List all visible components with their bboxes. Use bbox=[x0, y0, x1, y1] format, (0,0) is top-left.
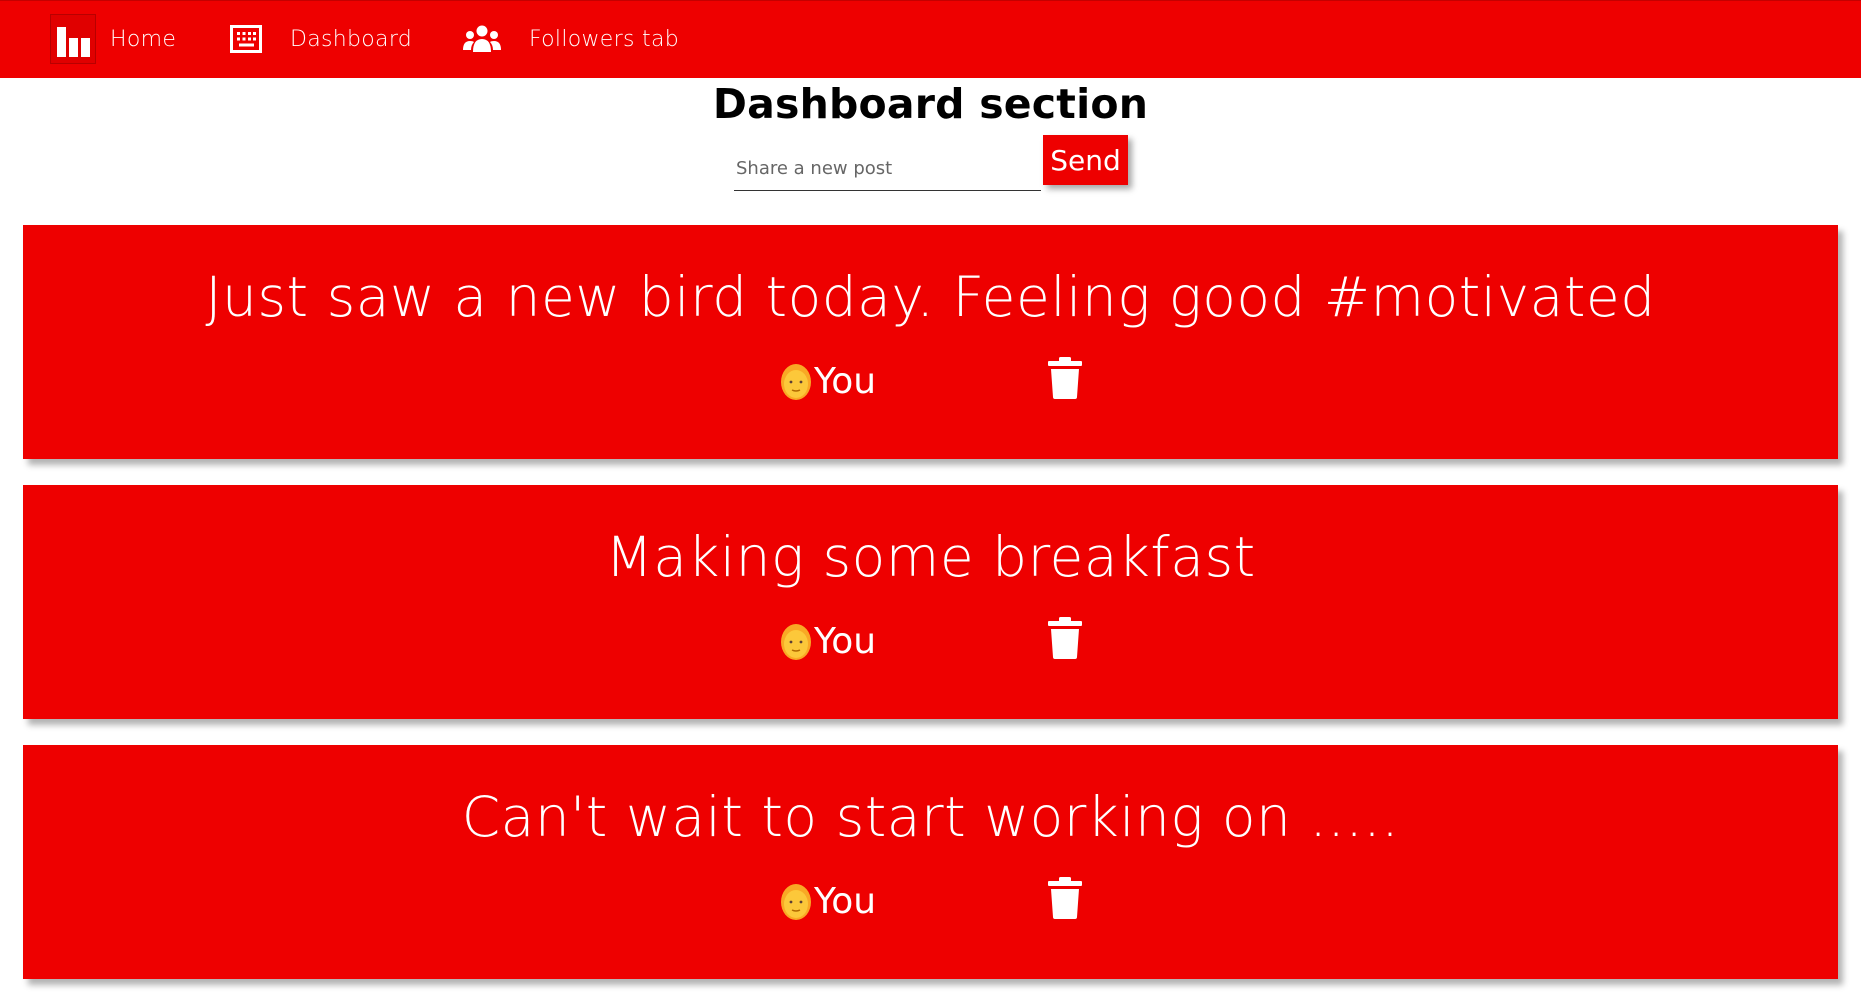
post-author: You bbox=[780, 878, 876, 924]
person-emoji-icon bbox=[780, 881, 812, 921]
send-button[interactable]: Send bbox=[1043, 135, 1128, 185]
post-text: Making some breakfast bbox=[605, 525, 1256, 589]
person-emoji-icon bbox=[780, 621, 812, 661]
top-navbar: Home Dashboard Followers tab bbox=[0, 0, 1861, 78]
post-text: Just saw a new bird today. Feeling good … bbox=[205, 265, 1656, 329]
post-author: You bbox=[780, 358, 876, 404]
nav-home[interactable]: Home bbox=[50, 1, 176, 77]
post-text: Can't wait to start working on ..... bbox=[461, 785, 1400, 849]
post-card: Just saw a new bird today. Feeling good … bbox=[23, 225, 1838, 459]
keyboard-icon bbox=[230, 25, 262, 53]
post-author: You bbox=[780, 618, 876, 664]
post-card: Can't wait to start working on ..... You bbox=[23, 745, 1838, 979]
trash-icon[interactable] bbox=[1047, 357, 1087, 401]
nav-followers-tab[interactable]: Followers tab bbox=[463, 1, 679, 77]
trash-icon[interactable] bbox=[1047, 877, 1087, 921]
post-author-name: You bbox=[814, 620, 877, 662]
page-title: Dashboard section bbox=[712, 80, 1149, 128]
trash-icon[interactable] bbox=[1047, 617, 1087, 661]
new-post-form: Send bbox=[734, 135, 1134, 201]
bar-chart-logo-icon bbox=[50, 14, 96, 64]
new-post-input[interactable] bbox=[734, 147, 1041, 191]
nav-followers-label: Followers tab bbox=[529, 26, 680, 52]
person-emoji-icon bbox=[780, 361, 812, 401]
nav-dashboard[interactable]: Dashboard bbox=[230, 1, 412, 77]
nav-dashboard-label: Dashboard bbox=[290, 26, 413, 52]
users-icon bbox=[463, 24, 501, 54]
post-card: Making some breakfast You bbox=[23, 485, 1838, 719]
posts-list: Just saw a new bird today. Feeling good … bbox=[23, 225, 1838, 1005]
nav-home-label: Home bbox=[110, 26, 177, 52]
post-author-name: You bbox=[814, 360, 877, 402]
